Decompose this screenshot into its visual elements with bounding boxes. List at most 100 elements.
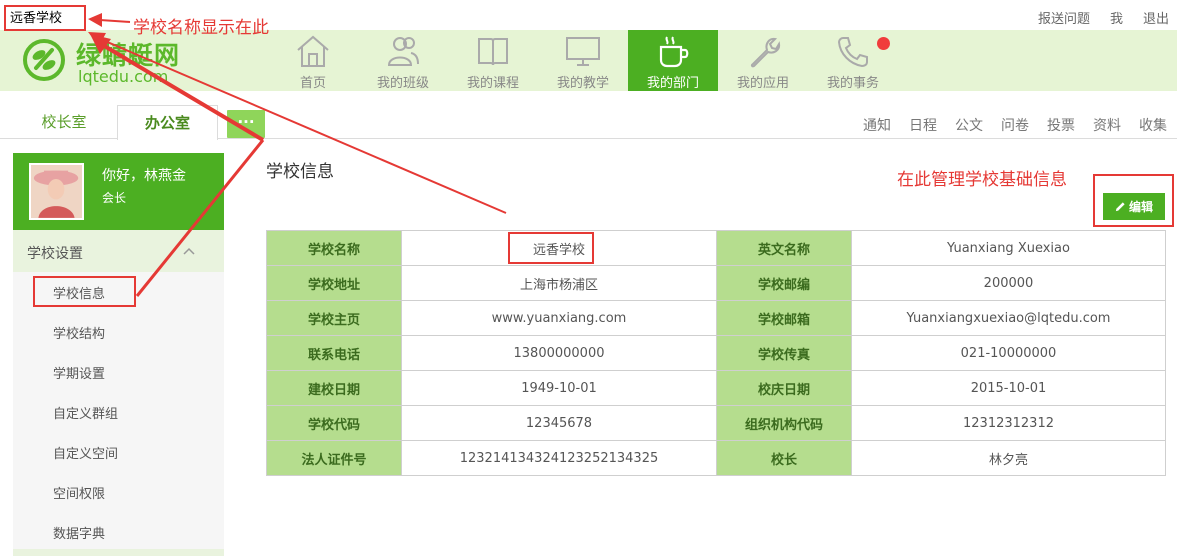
table-row: 法人证件号 12321413432412325213432​5 校长 林夕亮	[266, 440, 1166, 476]
tool-vote[interactable]: 投票	[1047, 115, 1075, 135]
monitor-icon	[566, 37, 600, 66]
edit-button-label: 编辑	[1128, 200, 1153, 214]
tab-principal-office[interactable]: 校长室	[14, 105, 114, 139]
section-school-settings[interactable]: 学校设置	[13, 230, 224, 272]
role-text: 会长	[102, 191, 127, 205]
profile-card: 你好，林燕金 会长	[13, 153, 224, 230]
nav-home[interactable]: 首页	[268, 30, 358, 91]
table-row: 学校主页 www.yuanxiang.com 学校邮箱 Yuanxiangxue…	[266, 300, 1166, 336]
field-label: 校庆日期	[716, 370, 852, 406]
tool-schedule[interactable]: 日程	[909, 115, 937, 135]
nav-my-class-label: 我的班级	[376, 76, 429, 91]
tabs-row: 校长室 办公室 ··· 通知 日程 公文 问卷 投票 资料 收集	[0, 91, 1177, 140]
nav-my-department[interactable]: 我的部门	[628, 30, 718, 91]
field-value: 1949-10-01	[401, 370, 717, 406]
menu-school-info[interactable]: 学校信息	[53, 283, 105, 302]
table-row: 学校地址 上海市杨浦区 学校邮编 200000	[266, 265, 1166, 301]
header: 绿蜻蜓网 lqtedu.com 首页 我的班级 我的课程 我的教学 我的部门 我…	[0, 30, 1177, 91]
dragonfly-logo-icon	[23, 39, 65, 81]
field-value: 200000	[851, 265, 1166, 301]
field-label: 学校邮编	[716, 265, 852, 301]
edit-button[interactable]: 编辑	[1103, 193, 1165, 220]
sidebar: 你好，林燕金 会长 学校设置 学校信息 学校结构 学期设置 自定义群组 自定义空…	[13, 153, 224, 556]
field-value: Yuanxiangxuexiao@lqtedu.com	[851, 300, 1166, 336]
field-value: 12312312312	[851, 405, 1166, 441]
logo-en-text: lqtedu.com	[78, 67, 169, 86]
field-label: 学校代码	[266, 405, 402, 441]
field-value: 12345678	[401, 405, 717, 441]
top-links: 报送问题 我 退出	[1038, 8, 1169, 27]
nav-my-course-label: 我的课程	[466, 76, 519, 91]
nav-my-course[interactable]: 我的课程	[448, 30, 538, 91]
field-label: 英文名称	[716, 230, 852, 266]
nav-my-apps[interactable]: 我的应用	[718, 30, 808, 91]
users-icon	[387, 37, 419, 66]
field-value: 上海市杨浦区	[401, 265, 717, 301]
book-icon	[478, 38, 508, 66]
field-value: www.yuanxiang.com	[401, 300, 717, 336]
field-value: 林夕亮	[851, 440, 1166, 476]
report-issue-link[interactable]: 报送问题	[1038, 8, 1090, 27]
home-icon	[297, 35, 329, 67]
field-label: 学校名称	[266, 230, 402, 266]
nav-my-department-label: 我的部门	[646, 76, 699, 91]
nav-my-affairs-label: 我的事务	[826, 76, 879, 91]
notification-dot	[877, 37, 890, 50]
field-value: 远香学校	[401, 230, 717, 266]
nav-my-class[interactable]: 我的班级	[358, 30, 448, 91]
menu-school-structure[interactable]: 学校结构	[53, 323, 105, 342]
field-label: 学校邮箱	[716, 300, 852, 336]
field-value: 13800000000	[401, 335, 717, 371]
field-label: 校长	[716, 440, 852, 476]
field-label: 建校日期	[266, 370, 402, 406]
menu-custom-spaces[interactable]: 自定义空间	[53, 443, 118, 462]
field-label: 法人证件号	[266, 440, 402, 476]
tool-collect[interactable]: 收集	[1139, 115, 1167, 135]
school-name: 远香学校	[10, 11, 63, 26]
avatar[interactable]	[29, 163, 84, 220]
tab-office[interactable]: 办公室	[117, 105, 218, 140]
school-info-table: 学校名称 远香学校 英文名称 Yuanxiang Xuexiao 学校地址 上海…	[266, 230, 1166, 476]
field-value: Yuanxiang Xuexiao	[851, 230, 1166, 266]
menu-data-dictionary[interactable]: 数据字典	[53, 523, 105, 542]
annotation-manage-note: 在此管理学校基础信息	[897, 170, 1067, 190]
pencil-icon	[1115, 202, 1125, 212]
logo[interactable]: 绿蜻蜓网 lqtedu.com	[22, 34, 182, 88]
wrench-icon	[750, 37, 781, 68]
tool-survey[interactable]: 问卷	[1001, 115, 1029, 135]
menu-custom-groups[interactable]: 自定义群组	[53, 403, 118, 422]
logout-link[interactable]: 退出	[1143, 8, 1169, 27]
sidebar-next-section	[13, 549, 224, 556]
nav-my-teaching[interactable]: 我的教学	[538, 30, 628, 91]
nav-my-teaching-label: 我的教学	[556, 76, 609, 91]
menu-space-permissions[interactable]: 空间权限	[53, 483, 105, 502]
nav-home-label: 首页	[299, 76, 326, 91]
field-label: 联系电话	[266, 335, 402, 371]
greeting-text: 你好，林燕金	[102, 168, 186, 184]
chevron-up-icon	[183, 247, 195, 255]
table-row: 建校日期 1949-10-01 校庆日期 2015-10-01	[266, 370, 1166, 406]
tool-document[interactable]: 公文	[955, 115, 983, 135]
section-school-settings-label: 学校设置	[27, 246, 83, 262]
coffee-cup-icon	[659, 36, 689, 68]
table-row: 学校代码 12345678 组织机构代码 12312312312	[266, 405, 1166, 441]
tool-materials[interactable]: 资料	[1093, 115, 1121, 135]
phone-icon	[837, 37, 868, 68]
field-label: 学校传真	[716, 335, 852, 371]
tool-notice[interactable]: 通知	[863, 115, 891, 135]
annotation-school-name-note: 学校名称显示在此	[133, 18, 269, 38]
table-row: 联系电话 13800000000 学校传真 021-10000000	[266, 335, 1166, 371]
field-value: 021-10000000	[851, 335, 1166, 371]
avatar-portrait-icon	[31, 165, 82, 218]
field-value: 2015-10-01	[851, 370, 1166, 406]
main-nav: 首页 我的班级 我的课程 我的教学 我的部门 我的应用 我的事务	[268, 30, 898, 91]
me-link[interactable]: 我	[1110, 8, 1123, 27]
tool-links: 通知 日程 公文 问卷 投票 资料 收集	[863, 115, 1167, 135]
menu-term-settings[interactable]: 学期设置	[53, 363, 105, 382]
field-label: 学校地址	[266, 265, 402, 301]
page-title: 学校信息	[266, 162, 334, 182]
field-value: 12321413432412325213432​5	[401, 440, 717, 476]
table-row: 学校名称 远香学校 英文名称 Yuanxiang Xuexiao	[266, 230, 1166, 266]
field-label: 组织机构代码	[716, 405, 852, 441]
tab-more-button[interactable]: ···	[227, 110, 265, 138]
